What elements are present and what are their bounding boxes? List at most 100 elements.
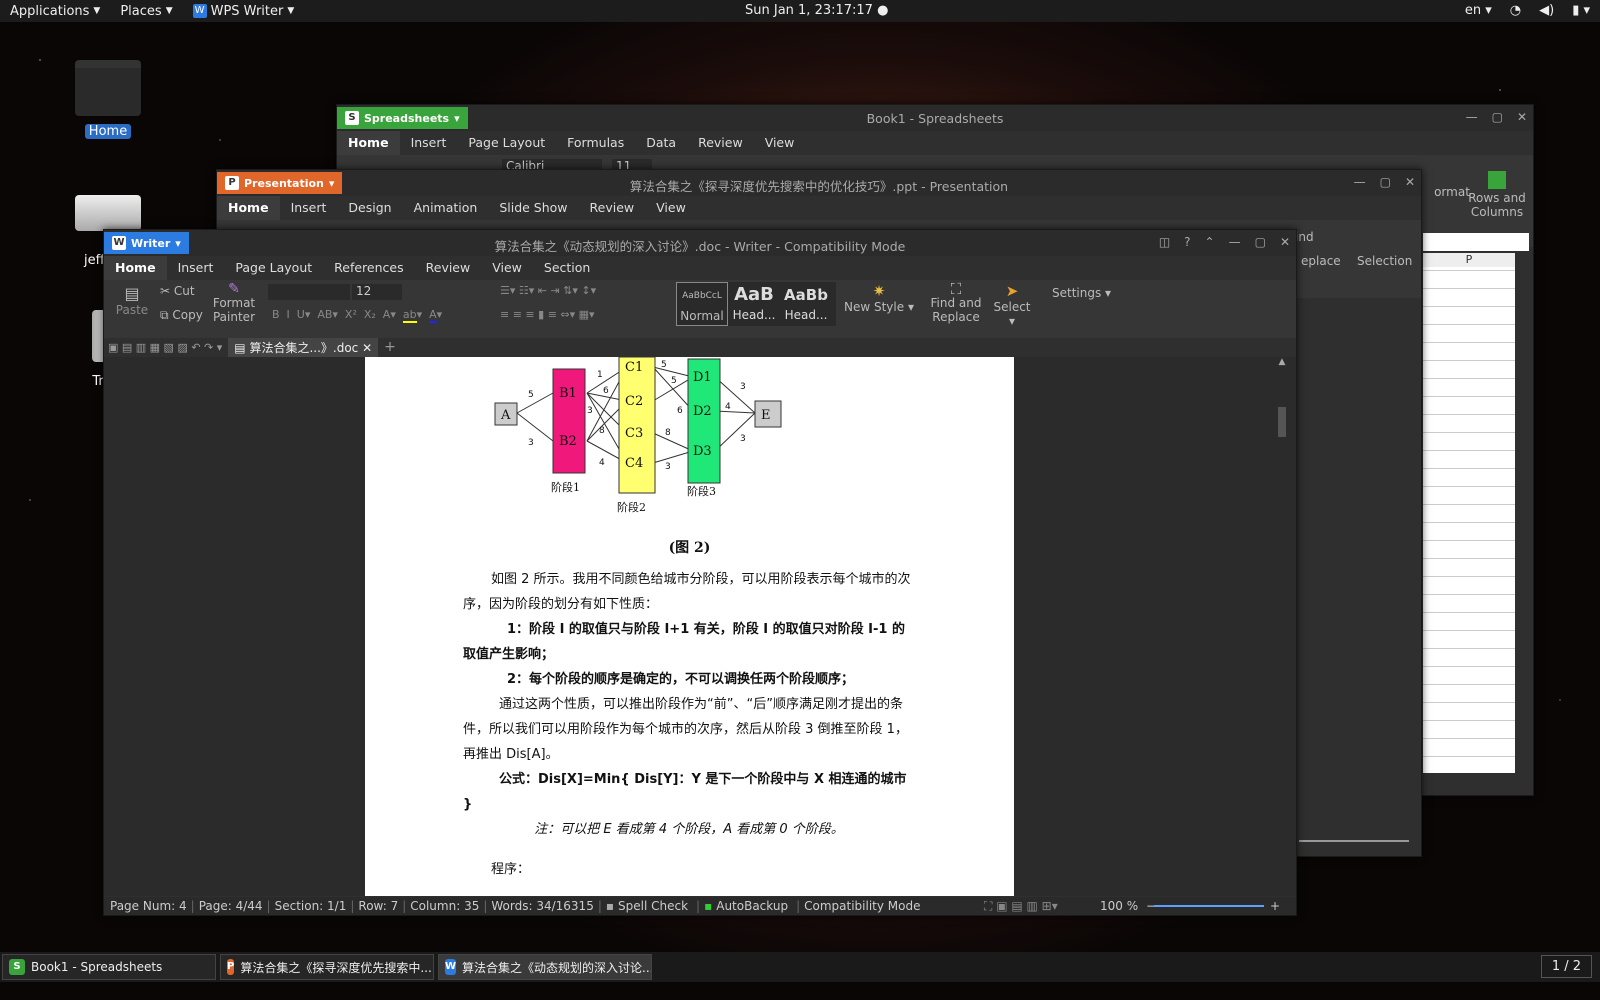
app-menu[interactable]: W WPS Writer ▼ [183, 4, 305, 19]
tab-references[interactable]: References [323, 256, 414, 280]
tab-home[interactable]: Home [337, 131, 400, 155]
tab-review[interactable]: Review [687, 131, 754, 155]
tab-design[interactable]: Design [337, 196, 402, 220]
sheet-grid[interactable]: P [1423, 253, 1515, 773]
size-select[interactable]: 12 [352, 284, 402, 300]
tab-page-layout[interactable]: Page Layout [224, 256, 323, 280]
tab-section[interactable]: Section [533, 256, 601, 280]
document-area[interactable]: A B1 B2 C1 C2 C3 C4 D1 D2 D3 E 阶段1 阶段2 阶… [104, 357, 1296, 896]
workspace-pager[interactable]: 1 / 2 [1540, 955, 1592, 978]
paragraph-tools[interactable]: ☰▾ ☷▾ ⇤ ⇥ ⇅▾ ↕▾ [500, 284, 596, 297]
tab-view[interactable]: View [754, 131, 806, 155]
writer-ribbon: ▤ Paste ✂ Cut ⧉ Copy ✎ Format Painter 12 B… [104, 280, 1296, 338]
skin-icon[interactable]: ◫ [1159, 235, 1170, 249]
minimize-icon[interactable]: — [1354, 175, 1366, 189]
taskbar-writer[interactable]: W 算法合集之《动态规划的深入讨论... [438, 954, 652, 980]
volume-icon[interactable]: ◀) [1539, 3, 1554, 18]
autobackup-toggle[interactable]: ▪ AutoBackup [704, 899, 796, 913]
replace-button[interactable]: eplace [1301, 254, 1341, 268]
tab-animation[interactable]: Animation [403, 196, 489, 220]
cut-button[interactable]: ✂ Cut [160, 284, 195, 298]
format-painter-button[interactable]: ✎ Format Painter [208, 282, 260, 324]
styles-gallery[interactable]: AaBbCcL Normal AaB Head... AaBb Head... [676, 282, 836, 326]
taskbar-spreadsheets[interactable]: S Book1 - Spreadsheets [2, 954, 216, 980]
tab-view[interactable]: View [645, 196, 697, 220]
desktop-home[interactable]: Home [58, 60, 158, 139]
style-heading2[interactable]: AaBb Head... [780, 282, 832, 326]
word-count[interactable]: Words: 34/16315 [491, 899, 597, 913]
compat-mode: Compatibility Mode [804, 899, 921, 913]
paste-button[interactable]: ▤ Paste [110, 284, 154, 317]
page-count[interactable]: Page: 4/44 [199, 899, 267, 913]
tab-insert[interactable]: Insert [167, 256, 225, 280]
tab-page-layout[interactable]: Page Layout [457, 131, 556, 155]
drive-icon [75, 195, 141, 231]
places-menu[interactable]: Places ▼ [110, 4, 182, 19]
tab-home[interactable]: Home [104, 256, 167, 280]
close-icon[interactable]: ✕ [1280, 235, 1290, 249]
weight: 6 [677, 406, 683, 416]
format-tools[interactable]: B I U▾ AB▾ X² X₂ A▾ ab▾ A▾ [272, 308, 442, 323]
minimize-icon[interactable]: — [1466, 110, 1478, 124]
language-indicator[interactable]: en ▾ [1465, 3, 1492, 18]
writer-window[interactable]: W Writer ▾ 算法合集之《动态规划的深入讨论》.doc - Writer -… [103, 229, 1297, 916]
tab-review[interactable]: Review [579, 196, 646, 220]
settings-button[interactable]: Settings ▾ [1052, 286, 1111, 300]
new-tab-button[interactable]: + [384, 339, 396, 355]
tab-home[interactable]: Home [217, 196, 280, 220]
find-replace-button[interactable]: ⛶ Find and Replace [926, 282, 986, 325]
style-heading1[interactable]: AaB Head... [728, 282, 780, 326]
tab-slide-show[interactable]: Slide Show [488, 196, 578, 220]
selection-button[interactable]: Selection [1357, 254, 1412, 268]
align-tools[interactable]: ≡ ≡ ≡ ▮ ≡ ⇔▾ ▦▾ [500, 308, 595, 321]
style-normal[interactable]: AaBbCcL Normal [676, 282, 728, 326]
tab-data[interactable]: Data [635, 131, 687, 155]
tab-insert[interactable]: Insert [400, 131, 458, 155]
rows-columns-icon [1488, 171, 1506, 189]
maximize-icon[interactable]: ▢ [1255, 235, 1266, 249]
collapse-icon[interactable]: ⌃ [1205, 235, 1215, 249]
pres-menubar: Home Insert Design Animation Slide Show … [217, 196, 1421, 220]
minimize-icon[interactable]: — [1229, 235, 1241, 249]
tab-insert[interactable]: Insert [280, 196, 338, 220]
tab-formulas[interactable]: Formulas [556, 131, 635, 155]
taskbar-presentation[interactable]: P 算法合集之《探寻深度优先搜索中... [220, 954, 434, 980]
spell-check-toggle[interactable]: ▪ Spell Check [606, 899, 696, 913]
document-tab[interactable]: ▤ 算法合集之...》.doc ✕ [228, 337, 379, 357]
select-button[interactable]: ➤ Select ▾ [990, 282, 1034, 328]
presentation-icon: P [227, 959, 235, 975]
help-icon[interactable]: ? [1184, 235, 1190, 249]
rows-columns-button[interactable]: Rows and Columns [1465, 171, 1529, 219]
quick-access-toolbar[interactable]: ▣ ▤ ▥ ▦ ▧ ▨ ↶ ↷ ▾ [108, 341, 222, 354]
tab-review[interactable]: Review [415, 256, 482, 280]
maximize-icon[interactable]: ▢ [1492, 110, 1503, 124]
weight: 3 [740, 434, 746, 444]
maximize-icon[interactable]: ▢ [1380, 175, 1391, 189]
zoom-in-button[interactable]: + [1270, 899, 1284, 913]
column-header-p[interactable]: P [1423, 253, 1515, 267]
formula-bar[interactable] [1423, 233, 1529, 251]
tab-view[interactable]: View [481, 256, 533, 280]
close-icon[interactable]: ✕ [1517, 110, 1527, 124]
zoom-slider[interactable] [1154, 905, 1264, 907]
font-select[interactable] [268, 284, 350, 300]
applications-menu[interactable]: Applications ▼ [0, 4, 110, 19]
zoom-level[interactable]: 100 % − [1100, 899, 1160, 913]
label-c4: C4 [625, 456, 643, 471]
document-page[interactable]: A B1 B2 C1 C2 C3 C4 D1 D2 D3 E 阶段1 阶段2 阶… [365, 357, 1014, 896]
new-style-button[interactable]: ✷ New Style ▾ [844, 282, 914, 314]
view-mode-buttons[interactable]: ⛶ ▣ ▤ ▥ ⊞▾ [984, 899, 1062, 914]
label-a: A [500, 408, 511, 423]
weight: 8 [599, 426, 605, 436]
clock[interactable]: Sun Jan 1, 23:17:17 ● [745, 3, 888, 18]
label-stage1: 阶段1 [551, 480, 580, 494]
close-icon[interactable]: ✕ [1405, 175, 1415, 189]
copy-button[interactable]: ⧉ Copy [160, 308, 203, 323]
pres-zoom-slider[interactable] [1299, 840, 1409, 842]
label-stage3: 阶段3 [687, 484, 716, 498]
vertical-scrollbar[interactable]: ▲ [1276, 357, 1288, 896]
column-status: Column: 35 [410, 899, 480, 913]
battery-icon[interactable]: ▮ ▾ [1572, 3, 1590, 18]
wifi-icon[interactable]: ◔ [1510, 3, 1521, 18]
window-title: 算法合集之《探寻深度优先搜索中的优化技巧》.ppt - Presentation [629, 179, 1009, 194]
